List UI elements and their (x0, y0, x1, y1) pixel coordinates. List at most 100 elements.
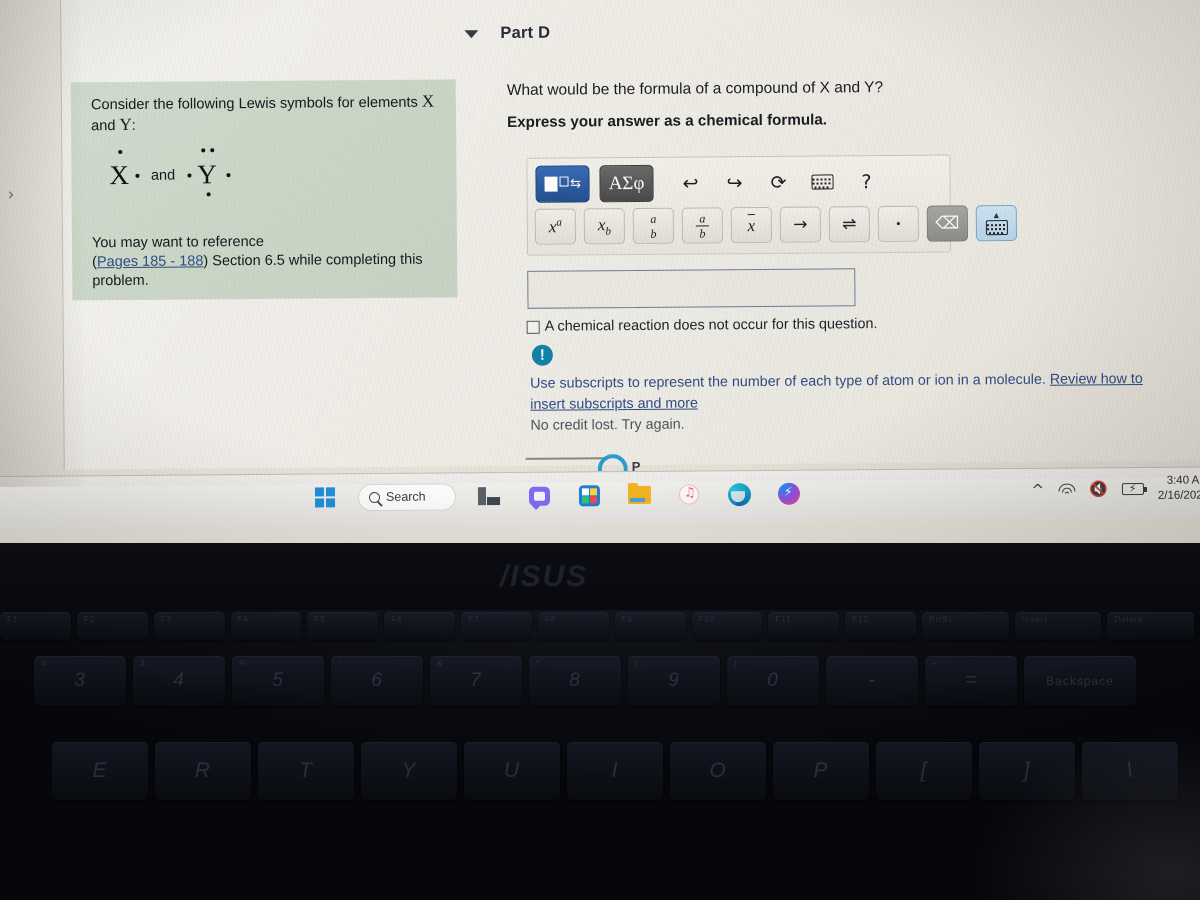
windows-taskbar: Search ♫ ⚡ ^ 🔇 ⚡ 3:40 AM 2/16/2023 (0, 466, 1200, 528)
info-element-y: Y (119, 114, 132, 135)
keyboard-key-insert: Insert (1014, 612, 1102, 640)
store-icon (578, 484, 600, 506)
no-reaction-row[interactable]: A chemical reaction does not occur for t… (526, 316, 878, 335)
undo-arrow-icon[interactable]: ↩ (673, 168, 707, 198)
keyboard-key-prtsc: PrtSc (922, 612, 1009, 640)
keyboard-key-6: ^ 6 (331, 656, 423, 706)
overbar-button[interactable]: x (730, 206, 773, 244)
keyboard-key-f8: F8 (537, 612, 609, 640)
taskbar-search-button[interactable]: Search (357, 482, 457, 511)
keyboard-key-f3: F3 (153, 612, 225, 640)
lewis-dot-x-top (118, 149, 123, 155)
keyboard-key-f9: F9 (614, 612, 686, 640)
info-colon: : (131, 117, 136, 134)
redo-arrow-icon[interactable]: ↪ (717, 168, 751, 198)
messenger-button[interactable] (772, 477, 806, 511)
warning-exclamation-icon: ! (531, 344, 553, 366)
taskbar-app-group: Search (308, 477, 806, 515)
microsoft-store-button[interactable] (572, 478, 606, 512)
info-and-word: and (91, 118, 116, 135)
lewis-dot-x-right (134, 173, 139, 178)
system-tray: ^ 🔇 ⚡ 3:40 AM 2/16/2023 (1031, 473, 1200, 504)
keyboard-key-f4: F4 (230, 612, 302, 640)
keyboard-function-row: F1 F2 F3 F4 F5 F6 F7 F8 F9 F10 F11 F12 PrtSc Insert De… (0, 612, 1200, 640)
keyboard-toggle-button[interactable]: ▲ (975, 204, 1018, 242)
keyboard-key-f1: F1 (0, 612, 71, 640)
keyboard-key-minus: _ - (826, 656, 918, 706)
keyboard-key-p: P (773, 742, 869, 800)
keyboard-key-backslash: \ (1082, 742, 1178, 800)
lewis-connector-and: and (150, 167, 176, 184)
lewis-dot-y-top-right (209, 148, 214, 153)
math-toolbar-row-buttons: xa xb ab ab x → ⇌ • ⌫ ▲ (534, 204, 1018, 245)
dot-button[interactable]: • (877, 205, 920, 243)
volume-muted-icon[interactable]: 🔇 (1089, 480, 1108, 498)
stacked-ab-button[interactable]: ab (632, 207, 675, 244)
chevron-up-icon[interactable]: ^ (1031, 481, 1044, 499)
no-reaction-checkbox[interactable] (526, 320, 540, 334)
keyboard-key-r: R (155, 742, 251, 800)
answer-instruction: Express your answer as a chemical formul… (506, 111, 828, 131)
backspace-button[interactable]: ⌫ (926, 205, 969, 242)
asus-brand-logo: /ISUS (499, 560, 589, 593)
lewis-dot-y-bottom (206, 192, 211, 197)
superscript-button[interactable]: xa (534, 208, 577, 245)
keyboard-key-4: $4 (133, 656, 225, 706)
keyboard-key-t: T (258, 742, 354, 800)
keyboard-key-equals: + = (925, 656, 1017, 706)
battery-charging-icon[interactable]: ⚡ (1121, 482, 1144, 496)
template-mode-button[interactable]: ⇆ (535, 165, 590, 203)
question-text: What would be the formula of a compound … (507, 79, 883, 100)
chat-button[interactable] (522, 479, 556, 513)
search-icon (368, 491, 381, 503)
fraction-button[interactable]: ab (681, 207, 724, 244)
math-toolbar-row-top: ⇆ ΑΣφ ↩ ↪ ⟳ ? (535, 163, 889, 203)
math-equation-toolbar: ⇆ ΑΣφ ↩ ↪ ⟳ ? xa xb ab ab x → ⇌ • ⌫ ▲ (526, 154, 1018, 256)
tray-date: 2/16/2023 (1157, 489, 1200, 502)
equilibrium-arrow-button[interactable]: ⇌ (828, 206, 871, 243)
keyboard-key-f10: F10 (691, 612, 763, 640)
caret-down-icon[interactable] (464, 29, 479, 38)
keyboard-key-f6: F6 (384, 612, 456, 640)
laptop-screen: Review | Constants | Periodic Table › Co… (0, 0, 1200, 543)
keyboard-key-f5: F5 (307, 612, 379, 640)
panel-expand-chevron-icon[interactable]: › (8, 185, 15, 205)
help-button[interactable]: ? (849, 167, 883, 197)
wifi-icon[interactable] (1058, 483, 1076, 496)
messenger-icon (777, 482, 801, 505)
subscript-button[interactable]: xb (583, 208, 626, 245)
keyboard-key-9: (9 (628, 656, 720, 706)
microsoft-edge-button[interactable] (722, 477, 756, 511)
answer-input[interactable] (527, 268, 856, 309)
tray-time: 3:40 AM (1166, 474, 1200, 487)
reset-circular-arrow-icon[interactable]: ⟳ (761, 167, 795, 197)
template-icon: ⇆ (544, 176, 581, 192)
music-button[interactable] (672, 477, 706, 511)
arrow-button[interactable]: → (779, 206, 822, 243)
reference-pages-link[interactable]: Pages 185 - 188 (97, 253, 204, 270)
clock[interactable]: 3:40 AM 2/16/2023 (1158, 473, 1200, 503)
folder-button[interactable] (622, 478, 656, 512)
keyboard-key-f12: F12 (845, 612, 917, 640)
lewis-dot-y-left (187, 172, 192, 177)
no-reaction-label: A chemical reaction does not occur for t… (544, 316, 878, 335)
keyboard-key-u: U (464, 742, 560, 800)
lewis-dot-y-right (226, 172, 231, 177)
file-explorer-button[interactable] (472, 479, 506, 513)
lewis-symbols-info-panel: Consider the following Lewis symbols for… (70, 79, 458, 301)
chat-icon (528, 486, 550, 506)
lewis-dot-y-top-left (200, 148, 205, 153)
keyboard-key-f7: F7 (461, 612, 532, 640)
keyboard-key-bracket-right: ] (979, 742, 1075, 800)
folder-icon (627, 485, 651, 505)
lewis-atom-x: X (109, 149, 129, 190)
keyboard-icon[interactable] (805, 167, 839, 197)
keyboard-key-y: Y (361, 742, 457, 800)
start-button[interactable] (308, 480, 342, 514)
lewis-symbol-y: Y (197, 159, 217, 190)
question-text-full: What would be the formula of a compound … (506, 79, 884, 99)
greek-symbols-button[interactable]: ΑΣφ (599, 164, 654, 203)
lewis-structure-diagram: X and Y (109, 148, 440, 197)
keyboard-number-row: #3 $4% 5 ^ 6 & 7 * 8(9) 0 _ - + = Backspace (0, 656, 1200, 706)
edge-icon (727, 482, 751, 506)
